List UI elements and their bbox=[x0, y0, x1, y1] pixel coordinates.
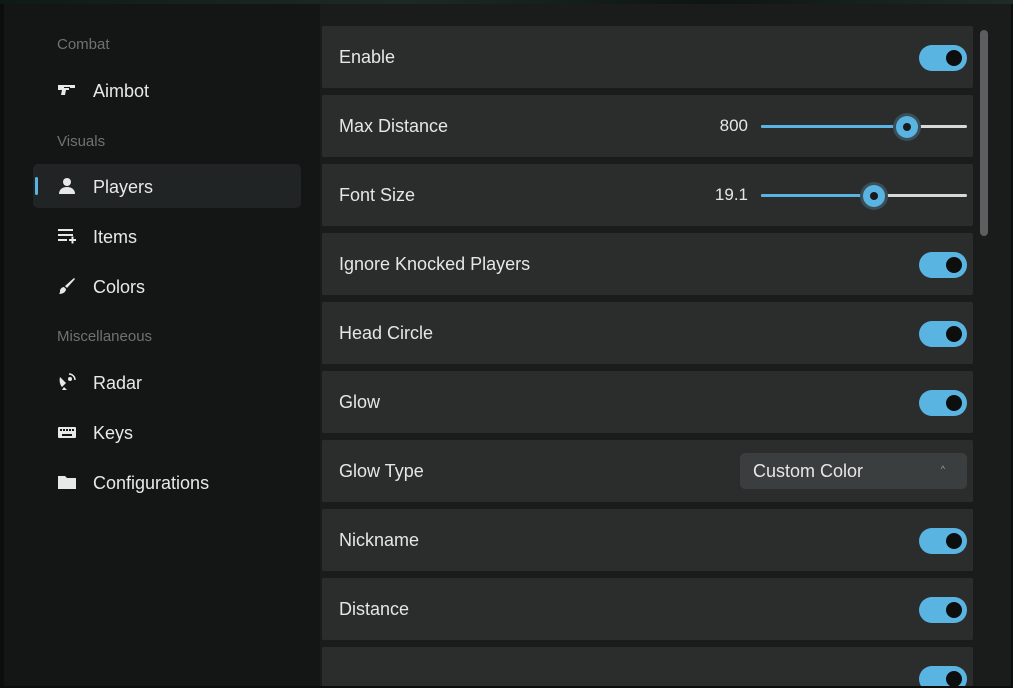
toggle-knob bbox=[946, 50, 962, 66]
sidebar-item-label: Colors bbox=[93, 277, 146, 297]
setting-row-distance: Distance bbox=[322, 578, 973, 640]
setting-label: Glow bbox=[339, 392, 381, 412]
setting-label: Nickname bbox=[339, 530, 420, 550]
settings-window: Combat Aimbot Visuals Players Items Colo… bbox=[4, 4, 1011, 686]
setting-label: Ignore Knocked Players bbox=[339, 254, 531, 274]
sidebar-item-label: Aimbot bbox=[93, 81, 150, 101]
setting-row-font-size: Font Size 19.1 bbox=[322, 164, 973, 226]
enable-toggle[interactable] bbox=[919, 45, 967, 71]
toggle-knob bbox=[946, 257, 962, 273]
head-circle-toggle[interactable] bbox=[919, 321, 967, 347]
setting-row-partial bbox=[322, 647, 973, 686]
font-size-value: 19.1 bbox=[714, 185, 748, 204]
partial-row-toggle[interactable] bbox=[919, 666, 967, 686]
setting-row-glow: Glow bbox=[322, 371, 973, 433]
sidebar-item-configurations[interactable]: Configurations bbox=[33, 460, 301, 504]
slider-thumb[interactable] bbox=[863, 185, 886, 207]
section-title-miscellaneous: Miscellaneous bbox=[57, 328, 153, 345]
brush-icon bbox=[57, 276, 77, 296]
sidebar-item-colors[interactable]: Colors bbox=[33, 264, 301, 308]
toggle-knob bbox=[946, 395, 962, 411]
slider-thumb[interactable] bbox=[896, 116, 919, 138]
dropdown-selected-value: Custom Color bbox=[753, 461, 864, 481]
person-icon bbox=[57, 176, 77, 196]
setting-label: Font Size bbox=[339, 185, 416, 205]
setting-label: Glow Type bbox=[339, 461, 424, 481]
satellite-icon bbox=[57, 372, 77, 392]
sidebar-item-label: Players bbox=[93, 177, 154, 197]
section-title-combat: Combat bbox=[57, 36, 110, 53]
sidebar-item-items[interactable]: Items bbox=[33, 214, 301, 258]
toggle-knob bbox=[946, 326, 962, 342]
setting-row-head-circle: Head Circle bbox=[322, 302, 973, 364]
nickname-toggle[interactable] bbox=[919, 528, 967, 554]
active-indicator bbox=[35, 177, 38, 195]
max-distance-slider[interactable] bbox=[761, 116, 967, 138]
setting-label: Enable bbox=[339, 47, 396, 67]
sidebar-item-radar[interactable]: Radar bbox=[33, 360, 301, 404]
sidebar-item-keys[interactable]: Keys bbox=[33, 410, 301, 454]
sidebar-item-aimbot[interactable]: Aimbot bbox=[33, 68, 301, 112]
scrollbar-thumb[interactable] bbox=[980, 30, 988, 236]
sidebar-item-label: Radar bbox=[93, 373, 143, 393]
toggle-knob bbox=[946, 602, 962, 618]
sidebar-item-label: Configurations bbox=[93, 473, 210, 493]
gun-icon bbox=[57, 80, 77, 100]
setting-label: Max Distance bbox=[339, 116, 449, 136]
setting-row-glow-type: Glow Type Custom Color ^ bbox=[322, 440, 973, 502]
setting-label: Distance bbox=[339, 599, 410, 619]
glow-toggle[interactable] bbox=[919, 390, 967, 416]
setting-label: Head Circle bbox=[339, 323, 434, 343]
glow-type-dropdown[interactable]: Custom Color ^ bbox=[740, 453, 967, 489]
slider-fill bbox=[761, 194, 875, 197]
setting-row-nickname: Nickname bbox=[322, 509, 973, 571]
list-add-icon bbox=[57, 226, 77, 246]
font-size-slider[interactable] bbox=[761, 185, 967, 207]
sidebar-item-label: Items bbox=[93, 227, 138, 247]
ignore-knocked-players-toggle[interactable] bbox=[919, 252, 967, 278]
chevron-up-icon: ^ bbox=[940, 464, 945, 474]
sidebar: Combat Aimbot Visuals Players Items Colo… bbox=[4, 4, 320, 686]
settings-list: Enable Max Distance 800 Font Size 19.1 I… bbox=[322, 26, 973, 686]
toggle-knob bbox=[946, 671, 962, 686]
setting-row-max-distance: Max Distance 800 bbox=[322, 95, 973, 157]
max-distance-value: 800 bbox=[719, 116, 748, 135]
keyboard-icon bbox=[57, 422, 77, 442]
folder-icon bbox=[57, 472, 77, 492]
slider-fill bbox=[761, 125, 908, 128]
section-title-visuals: Visuals bbox=[57, 133, 106, 150]
setting-row-enable: Enable bbox=[322, 26, 973, 88]
sidebar-item-label: Keys bbox=[93, 423, 134, 443]
setting-row-ignore-knocked-players: Ignore Knocked Players bbox=[322, 233, 973, 295]
toggle-knob bbox=[946, 533, 962, 549]
sidebar-item-players[interactable]: Players bbox=[33, 164, 301, 208]
distance-toggle[interactable] bbox=[919, 597, 967, 623]
